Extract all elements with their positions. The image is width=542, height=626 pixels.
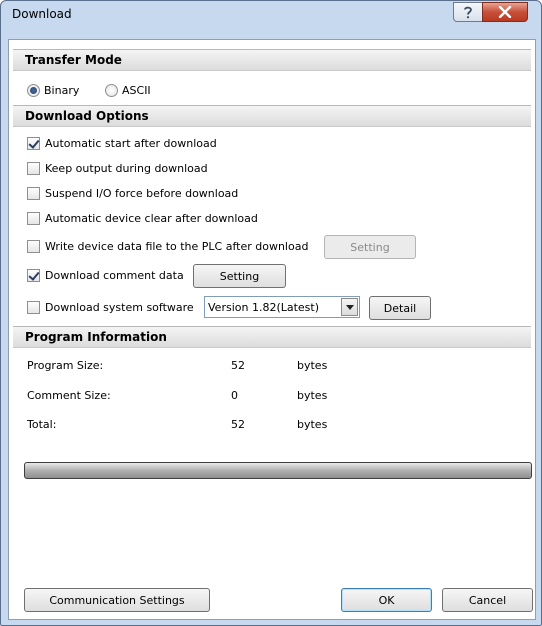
download-comment-option[interactable]: Download comment data [27, 266, 184, 284]
download-options-header: Download Options [13, 105, 531, 127]
binary-radio-button[interactable] [27, 83, 40, 97]
suspend-io-force-option[interactable]: Suspend I/O force before download [27, 184, 238, 202]
automatic-device-clear-option[interactable]: Automatic device clear after download [27, 209, 258, 227]
transfer-mode-header: Transfer Mode [13, 49, 531, 71]
download-system-software-option[interactable]: Download system software [27, 298, 194, 316]
binary-radio[interactable]: Binary [27, 81, 79, 99]
program-size-value: 52 [231, 359, 245, 372]
cancel-button[interactable]: Cancel [442, 588, 533, 612]
write-device-data-label: Write device data file to the PLC after … [45, 239, 309, 253]
keep-output-checkbox[interactable] [27, 161, 40, 175]
download-system-software-label: Download system software [45, 300, 194, 314]
version-select[interactable]: Version 1.82(Latest) [204, 296, 360, 318]
window-title: Download [12, 7, 72, 21]
write-device-data-setting-button[interactable]: Setting [324, 235, 416, 259]
version-select-value: Version 1.82(Latest) [208, 300, 320, 314]
automatic-device-clear-checkbox[interactable] [27, 211, 40, 225]
close-icon [498, 6, 512, 18]
comment-setting-button[interactable]: Setting [193, 264, 286, 288]
suspend-io-force-label: Suspend I/O force before download [45, 186, 239, 200]
communication-settings-button[interactable]: Communication Settings [24, 588, 210, 612]
automatic-start-checkbox[interactable] [27, 136, 40, 150]
title-bar: Download [1, 1, 541, 32]
download-progress-bar [24, 462, 532, 479]
keep-output-option[interactable]: Keep output during download [27, 159, 208, 177]
suspend-io-force-checkbox[interactable] [27, 186, 40, 200]
download-comment-label: Download comment data [45, 268, 184, 282]
automatic-device-clear-label: Automatic device clear after download [45, 211, 258, 225]
total-value: 52 [231, 418, 245, 431]
write-device-data-checkbox[interactable] [27, 239, 40, 253]
comment-size-label: Comment Size: [27, 389, 111, 402]
binary-radio-label: Binary [44, 83, 80, 97]
ascii-radio[interactable]: ASCII [105, 81, 151, 99]
comment-size-unit: bytes [297, 389, 328, 402]
download-system-software-checkbox[interactable] [27, 300, 40, 314]
total-unit: bytes [297, 418, 328, 431]
chevron-down-icon[interactable] [341, 298, 358, 316]
keep-output-label: Keep output during download [45, 161, 208, 175]
ascii-radio-button[interactable] [105, 83, 118, 97]
close-button[interactable] [482, 2, 528, 22]
comment-size-value: 0 [231, 389, 238, 402]
program-size-label: Program Size: [27, 359, 104, 372]
ascii-radio-label: ASCII [122, 83, 151, 97]
download-comment-checkbox[interactable] [27, 268, 40, 282]
help-button[interactable] [453, 2, 483, 22]
write-device-data-option[interactable]: Write device data file to the PLC after … [27, 237, 308, 255]
automatic-start-label: Automatic start after download [45, 136, 217, 150]
program-information-header: Program Information [13, 326, 531, 348]
ok-button[interactable]: OK [341, 588, 432, 612]
detail-button[interactable]: Detail [369, 296, 431, 320]
help-icon [464, 6, 472, 19]
total-label: Total: [27, 418, 57, 431]
automatic-start-option[interactable]: Automatic start after download [27, 134, 217, 152]
program-size-unit: bytes [297, 359, 328, 372]
download-dialog: Download Transfer Mode Binary ASCII Down… [0, 0, 542, 626]
